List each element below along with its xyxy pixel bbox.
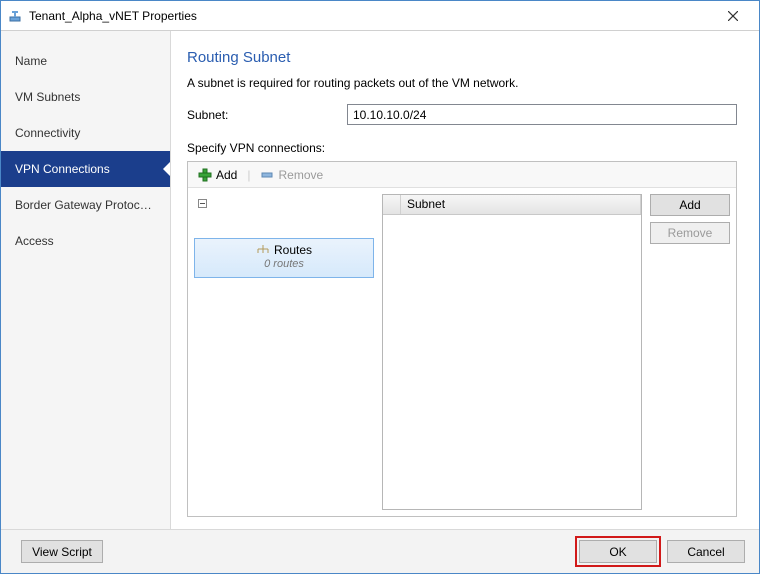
sidebar-item-vm-subnets[interactable]: VM Subnets xyxy=(1,79,170,115)
footer: View Script OK Cancel xyxy=(1,529,759,573)
sidebar-item-name[interactable]: Name xyxy=(1,43,170,79)
toolbar-remove-label: Remove xyxy=(278,168,323,182)
toolbar-add-label: Add xyxy=(216,168,237,182)
page-description: A subnet is required for routing packets… xyxy=(187,76,737,90)
tree-collapse-toggle[interactable] xyxy=(194,194,374,212)
body: Name VM Subnets Connectivity VPN Connect… xyxy=(1,31,759,529)
spacer xyxy=(187,517,737,529)
grid-header-spacer xyxy=(383,195,401,214)
plus-icon xyxy=(198,168,212,182)
sidebar-item-bgp[interactable]: Border Gateway Protocol... xyxy=(1,187,170,223)
tree-column: Routes 0 routes xyxy=(194,194,374,510)
subnet-grid[interactable]: Subnet xyxy=(382,194,642,510)
main-panel: Routing Subnet A subnet is required for … xyxy=(171,31,759,529)
window: Tenant_Alpha_vNET Properties Name VM Sub… xyxy=(0,0,760,574)
specify-vpn-label: Specify VPN connections: xyxy=(187,141,737,155)
window-title: Tenant_Alpha_vNET Properties xyxy=(29,9,713,23)
sidebar: Name VM Subnets Connectivity VPN Connect… xyxy=(1,31,171,529)
grid-add-button[interactable]: Add xyxy=(650,194,730,216)
ok-highlight-box: OK xyxy=(575,536,661,567)
sidebar-item-vpn-connections[interactable]: VPN Connections xyxy=(1,151,170,187)
grid-header-subnet[interactable]: Subnet xyxy=(401,195,641,214)
view-script-button[interactable]: View Script xyxy=(21,540,103,563)
routes-node-row: Routes xyxy=(256,243,312,257)
grid-remove-button[interactable]: Remove xyxy=(650,222,730,244)
routes-subtitle: 0 routes xyxy=(195,258,373,270)
sidebar-item-access[interactable]: Access xyxy=(1,223,170,259)
app-icon xyxy=(7,8,23,24)
grid-buttons-column: Add Remove xyxy=(650,194,730,510)
toolbar-separator: | xyxy=(247,168,250,182)
toolbar-add-button[interactable]: Add xyxy=(194,166,241,184)
subnet-input[interactable] xyxy=(347,104,737,125)
ok-button[interactable]: OK xyxy=(579,540,657,563)
page-title: Routing Subnet xyxy=(187,49,737,66)
sidebar-item-connectivity[interactable]: Connectivity xyxy=(1,115,170,151)
titlebar: Tenant_Alpha_vNET Properties xyxy=(1,1,759,31)
tree-minus-icon xyxy=(198,199,207,208)
routes-icon xyxy=(256,245,270,255)
routes-node[interactable]: Routes 0 routes xyxy=(194,238,374,278)
cancel-button[interactable]: Cancel xyxy=(667,540,745,563)
grid-body xyxy=(383,215,641,509)
subnet-grid-header: Subnet xyxy=(383,195,641,215)
vpn-content: Routes 0 routes Subnet Add xyxy=(188,188,736,516)
vpn-toolbar: Add | Remove xyxy=(188,162,736,188)
subnet-field-row: Subnet: xyxy=(187,104,737,125)
close-button[interactable] xyxy=(713,2,753,30)
vpn-connections-box: Add | Remove xyxy=(187,161,737,517)
minus-icon xyxy=(260,168,274,182)
subnet-label: Subnet: xyxy=(187,108,347,122)
toolbar-remove-button[interactable]: Remove xyxy=(256,166,327,184)
routes-title: Routes xyxy=(274,243,312,257)
close-icon xyxy=(728,11,738,21)
